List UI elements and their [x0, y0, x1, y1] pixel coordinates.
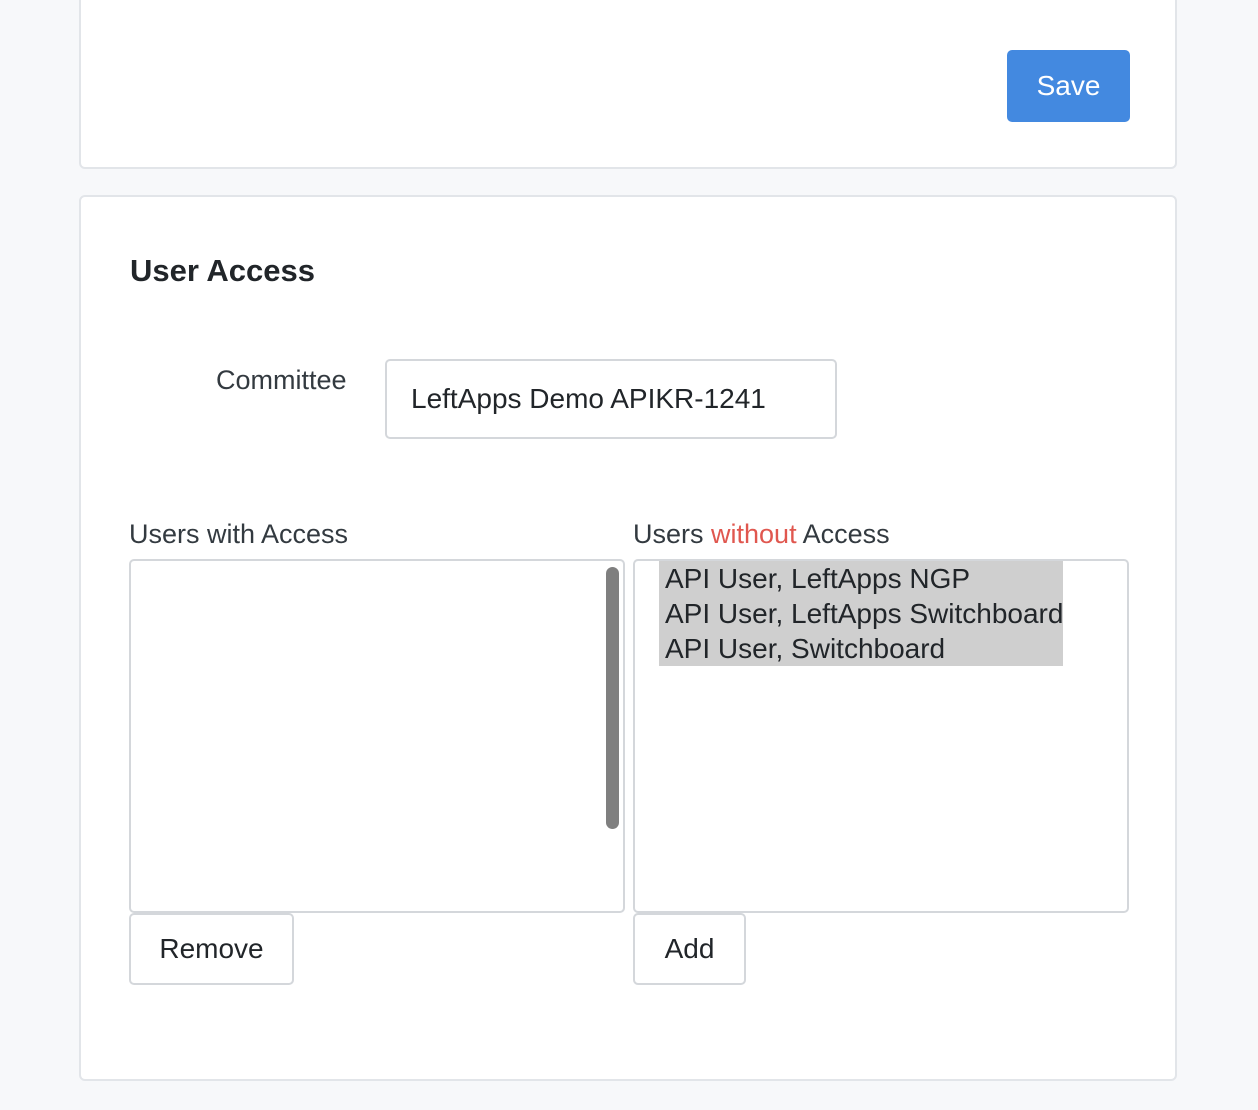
committee-label: Committee: [216, 365, 347, 395]
remove-button[interactable]: Remove: [129, 913, 294, 985]
section-title: User Access: [130, 253, 315, 288]
users-with-access-label: Users with Access: [129, 519, 349, 549]
list-item[interactable]: API User, LeftApps Switchboard: [659, 596, 1063, 631]
label-suffix: Access: [796, 519, 890, 549]
user-access-card: User Access Committee Users with Access …: [79, 195, 1177, 1081]
top-card: Save: [79, 0, 1177, 169]
users-without-access-label: Users without Access: [633, 519, 890, 550]
users-without-access-options: API User, LeftApps NGP API User, LeftApp…: [659, 561, 1063, 666]
users-with-access-listbox[interactable]: [129, 559, 625, 913]
add-button[interactable]: Add: [633, 913, 746, 985]
committee-input[interactable]: [385, 359, 837, 439]
label-emphasis: without: [711, 519, 797, 549]
save-button[interactable]: Save: [1007, 50, 1130, 122]
users-without-access-listbox[interactable]: API User, LeftApps NGP API User, LeftApp…: [633, 559, 1129, 913]
list-item[interactable]: API User, Switchboard: [659, 631, 1063, 666]
label-prefix: Users: [633, 519, 712, 549]
scrollbar-thumb[interactable]: [606, 567, 619, 829]
list-item[interactable]: API User, LeftApps NGP: [659, 561, 1063, 596]
